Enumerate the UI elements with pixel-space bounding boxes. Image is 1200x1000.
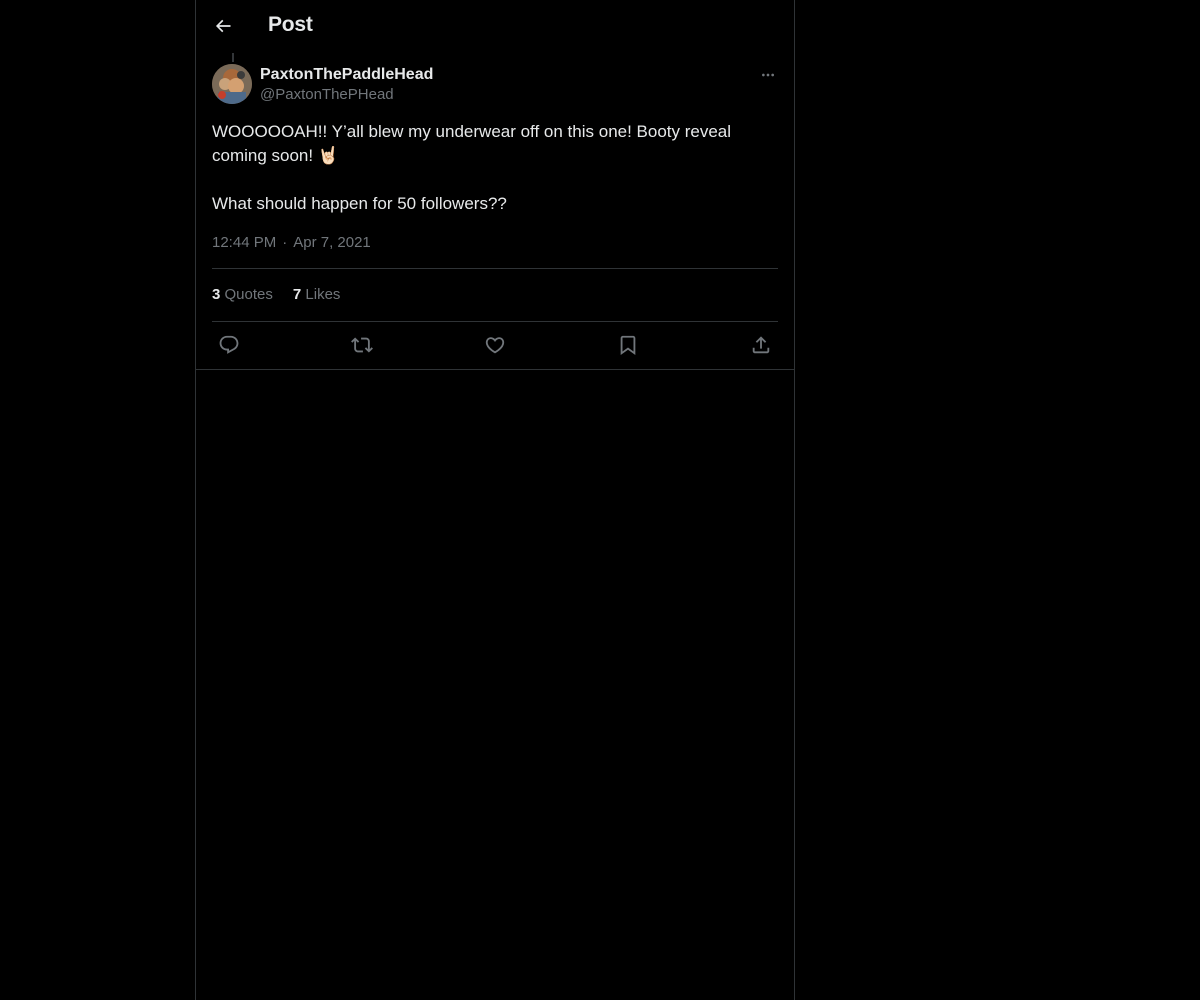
like-button[interactable] <box>478 333 512 357</box>
tweet-text: WOOOOOAH!! Y’all blew my underwear off o… <box>212 122 732 213</box>
page-title: Post <box>268 13 313 36</box>
thread-connector-line <box>232 53 234 62</box>
reply-icon <box>218 334 240 356</box>
like-icon <box>484 334 506 356</box>
author-info[interactable]: PaxtonThePaddleHead @PaxtonThePHead <box>260 65 433 105</box>
back-button[interactable] <box>208 11 238 41</box>
retweet-button[interactable] <box>345 333 379 357</box>
tweet-actions <box>212 333 778 357</box>
quotes-label: Quotes <box>224 286 273 303</box>
more-horizontal-icon <box>760 67 776 83</box>
divider <box>212 321 778 322</box>
tweet-time-link[interactable]: 12:44 PM <box>212 234 276 251</box>
likes-count: 7 <box>292 286 302 303</box>
divider <box>212 268 778 269</box>
post-header: Post <box>196 0 794 53</box>
divider <box>196 369 794 370</box>
more-options-button[interactable] <box>758 65 778 85</box>
display-name[interactable]: PaxtonThePaddleHead <box>260 65 433 85</box>
tweet-timestamp: 12:44 PM · Apr 7, 2021 <box>212 233 371 253</box>
bookmark-button[interactable] <box>611 333 645 357</box>
share-button[interactable] <box>744 333 778 357</box>
reply-button[interactable] <box>212 333 246 357</box>
arrow-left-icon <box>213 16 233 36</box>
tweet-stats: 3 Quotes 7 Likes <box>212 285 340 305</box>
share-icon <box>750 334 772 356</box>
meta-separator: · <box>282 234 288 251</box>
likes-label: Likes <box>305 286 341 303</box>
user-handle[interactable]: @PaxtonThePHead <box>260 85 433 105</box>
post-column: Post PaxtonThePaddleHead @PaxtonThePHead <box>195 0 795 1000</box>
quotes-stat[interactable]: 3 Quotes <box>212 285 273 305</box>
quotes-count: 3 <box>212 286 221 303</box>
avatar[interactable] <box>212 64 252 104</box>
likes-stat[interactable]: 7 Likes <box>293 285 341 305</box>
retweet-icon <box>351 334 373 356</box>
bookmark-icon <box>617 334 639 356</box>
tweet-date-link[interactable]: Apr 7, 2021 <box>293 234 371 251</box>
